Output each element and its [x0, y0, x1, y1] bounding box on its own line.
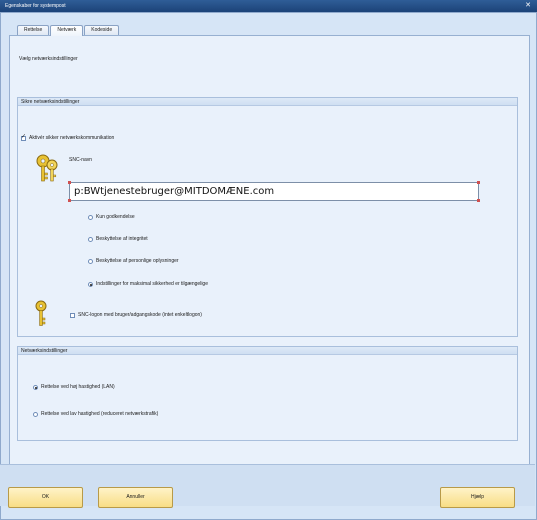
- snc-logon-row[interactable]: SNC-logon med bruger/adgangskode (intet …: [70, 312, 202, 320]
- security-option-privacy[interactable]: Beskyttelse af personlige oplysninger: [88, 258, 179, 266]
- tab-kodeside[interactable]: Kodeside: [84, 25, 120, 35]
- security-option-max[interactable]: Indstillinger for maksimal sikkerhed er …: [88, 281, 208, 289]
- security-option-auth[interactable]: Kun godkendelse: [88, 214, 135, 222]
- page-heading: Vælg netværksindstillinger: [19, 56, 78, 62]
- keys-icon: [34, 153, 60, 185]
- snc-name-input[interactable]: [69, 182, 479, 201]
- close-icon[interactable]: ✕: [525, 0, 531, 12]
- secure-group-title: Sikre netværksindstillinger: [18, 98, 517, 106]
- network-option-lan-radio[interactable]: [33, 385, 38, 390]
- title-bar: Egenskaber for systempost ✕: [0, 0, 537, 12]
- enable-secure-label: Aktivér sikker netværkskommunikation: [29, 135, 115, 141]
- network-option-lan[interactable]: Rettelse ved høj hastighed (LAN): [33, 384, 115, 392]
- resize-handle: [477, 181, 480, 184]
- security-option-privacy-label: Beskyttelse af personlige oplysninger: [96, 258, 179, 264]
- security-option-auth-label: Kun godkendelse: [96, 214, 135, 220]
- window-title: Egenskaber for systempost: [5, 3, 66, 9]
- snc-logon-label: SNC-logon med bruger/adgangskode (intet …: [78, 312, 202, 318]
- enable-secure-row[interactable]: Aktivér sikker netværkskommunikation: [21, 134, 115, 143]
- tab-strip: Rettelse Netværk Kodeside: [17, 25, 120, 36]
- security-option-privacy-radio[interactable]: [88, 259, 93, 264]
- resize-handle: [68, 199, 71, 202]
- security-option-max-radio[interactable]: [88, 282, 93, 287]
- network-option-wan-radio[interactable]: [33, 412, 38, 417]
- network-option-wan[interactable]: Rettelse ved lav hastighed (reduceret ne…: [33, 411, 158, 419]
- tab-rettelse[interactable]: Rettelse: [17, 25, 50, 35]
- security-option-integrity-label: Beskyttelse af integritet: [96, 236, 148, 242]
- snc-logon-checkbox[interactable]: [70, 313, 75, 318]
- security-option-max-label: Indstillinger for maksimal sikkerhed er …: [96, 281, 208, 287]
- ok-button[interactable]: OK: [8, 487, 83, 508]
- network-option-lan-label: Rettelse ved høj hastighed (LAN): [41, 384, 115, 390]
- key-icon: [35, 300, 47, 328]
- snc-name-label: SNC-navn: [69, 157, 93, 163]
- tab-netvaerk[interactable]: Netværk: [50, 25, 84, 36]
- help-button[interactable]: Hjælp: [440, 487, 515, 508]
- enable-secure-checkbox[interactable]: [21, 134, 26, 141]
- network-option-wan-label: Rettelse ved lav hastighed (reduceret ne…: [41, 411, 159, 417]
- resize-handle: [68, 181, 71, 184]
- resize-handle: [477, 199, 480, 202]
- security-option-integrity-radio[interactable]: [88, 237, 93, 242]
- network-group-title: Netværksindstillinger: [18, 347, 517, 355]
- network-settings-group: Netværksindstillinger: [17, 346, 518, 441]
- security-option-auth-radio[interactable]: [88, 215, 93, 220]
- security-option-integrity[interactable]: Beskyttelse af integritet: [88, 236, 148, 244]
- cancel-button[interactable]: Annuller: [98, 487, 173, 508]
